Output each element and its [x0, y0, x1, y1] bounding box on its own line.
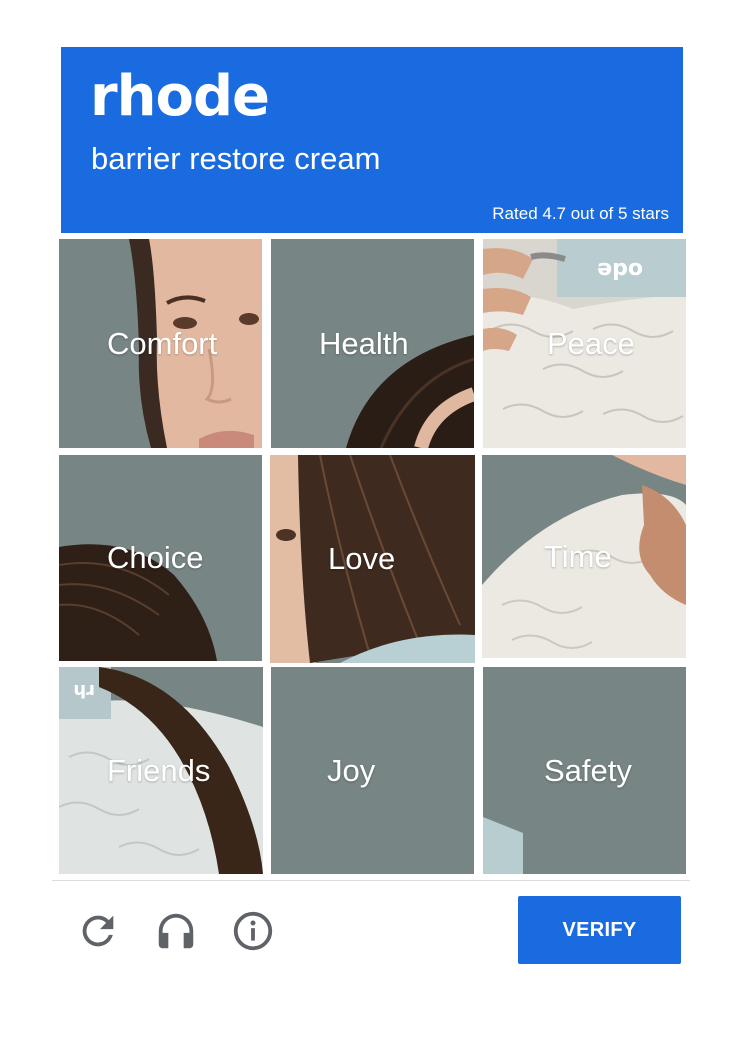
tile-joy[interactable]: Joy [271, 667, 474, 874]
captcha-header: rhode barrier restore cream Rated 4.7 ou… [61, 47, 683, 233]
svg-text:rh: rh [73, 680, 95, 701]
info-icon [233, 911, 273, 951]
tile-choice[interactable]: Choice [59, 455, 262, 661]
headphones-icon [158, 913, 194, 949]
tile-label: Safety [544, 752, 632, 788]
tile-peace[interactable]: ode Peace [483, 239, 686, 448]
tile-label: Choice [107, 540, 204, 575]
product-name: barrier restore cream [91, 141, 381, 176]
tile-friends[interactable]: rh Friends [59, 667, 263, 874]
svg-text:ode: ode [597, 257, 643, 282]
rating-text: Rated 4.7 out of 5 stars [492, 204, 669, 223]
tile-label: Time [544, 538, 612, 574]
tile-love[interactable]: Love [270, 455, 475, 663]
image-grid: Comfort Health ode Peace Choice Love Tim… [59, 239, 686, 874]
tile-safety[interactable]: Safety [483, 667, 686, 874]
tile-time[interactable]: Time [482, 455, 686, 658]
tile-comfort[interactable]: Comfort [59, 239, 262, 448]
tile-label: Health [319, 325, 409, 361]
brand-logo: rhode [90, 64, 270, 129]
tile-label: Comfort [107, 325, 218, 361]
tile-label: Peace [547, 325, 635, 361]
verify-button[interactable]: VERIFY [518, 896, 681, 964]
audio-challenge-button[interactable] [153, 908, 199, 954]
reload-icon [82, 915, 114, 947]
info-button[interactable] [230, 908, 276, 954]
tile-health[interactable]: Health [271, 239, 474, 448]
reload-button[interactable] [75, 908, 121, 954]
tile-label: Love [328, 541, 396, 576]
tile-label: Friends [107, 752, 211, 788]
tile-label: Joy [327, 752, 376, 788]
footer-divider [52, 880, 690, 881]
